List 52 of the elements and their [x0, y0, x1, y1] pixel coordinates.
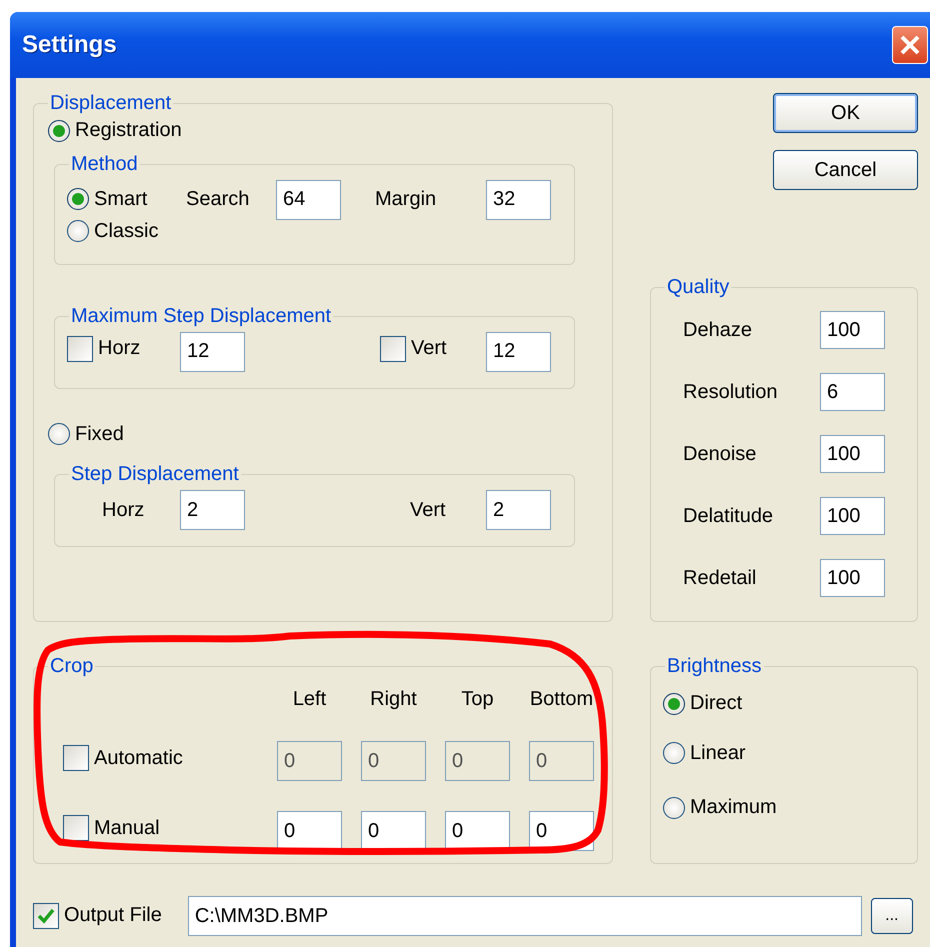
field-label: Redetail [683, 566, 758, 590]
checkbox[interactable]: Vert [380, 336, 447, 362]
radio-button[interactable]: Classic [67, 220, 158, 242]
column-header: Bottom [529, 688, 594, 711]
text-field[interactable]: 2 [486, 490, 551, 530]
field-label: Margin [375, 188, 436, 210]
close-button[interactable] [892, 26, 928, 64]
group-title: Quality [666, 276, 730, 299]
radio-button[interactable]: Fixed [48, 422, 124, 446]
radio-button[interactable]: Smart [67, 188, 148, 211]
group-title: Method [70, 152, 139, 176]
column-header: Right [369, 688, 418, 711]
group-title: Step Displacement [70, 463, 240, 486]
field-label: Search [186, 188, 250, 210]
radio-button[interactable]: Registration [48, 119, 182, 142]
text-field[interactable]: 0 [361, 811, 426, 851]
text-field[interactable]: C:\MM3D.BMP [188, 896, 862, 936]
field-label: Denoise [683, 442, 758, 466]
checkbox[interactable]: Manual [63, 815, 160, 841]
dialog-button[interactable]: OK [773, 93, 918, 133]
text-field[interactable]: 100 [820, 497, 885, 535]
text-field[interactable]: 64 [276, 180, 341, 220]
group-title: Brightness [666, 655, 762, 678]
column-header: Left [292, 688, 328, 711]
checkbox[interactable]: Horz [67, 336, 140, 362]
radio-button[interactable]: Direct [663, 692, 742, 715]
text-field[interactable]: 6 [820, 373, 885, 411]
field-label: Dehaze [683, 318, 753, 342]
text-field[interactable]: 2 [180, 490, 245, 530]
text-field[interactable]: 0 [277, 811, 342, 851]
text-field[interactable]: 12 [180, 332, 245, 372]
group-title: Crop [49, 655, 94, 678]
column-header: Top [460, 688, 495, 711]
text-field[interactable]: 32 [486, 180, 551, 220]
checkbox[interactable]: Output File [33, 902, 162, 928]
dialog-button[interactable]: Cancel [773, 150, 918, 190]
group-title: Displacement [49, 92, 172, 115]
browse-button[interactable]: ... [870, 898, 913, 934]
field-label: Delatitude [683, 504, 774, 528]
radio-button[interactable]: Linear [663, 742, 746, 764]
text-field[interactable]: 100 [820, 435, 885, 473]
text-field[interactable]: 100 [820, 559, 885, 597]
group-title: Maximum Step Displacement [70, 304, 332, 328]
field-label: Vert [410, 498, 446, 520]
radio-button[interactable]: Maximum [663, 796, 777, 819]
text-field[interactable]: 100 [820, 311, 885, 349]
text-field[interactable]: 12 [486, 332, 551, 372]
check-icon [37, 908, 55, 924]
close-icon [898, 33, 922, 57]
window-title: Settings [22, 31, 117, 59]
field-label: Resolution [683, 380, 779, 404]
field-label: Horz [102, 498, 144, 520]
